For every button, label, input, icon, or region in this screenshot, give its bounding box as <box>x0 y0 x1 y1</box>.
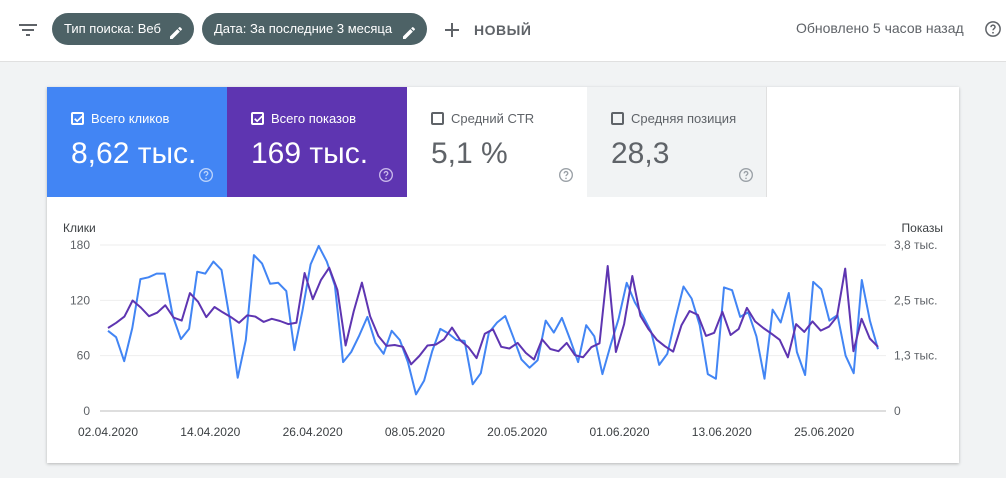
metric-clicks-label: Всего кликов <box>91 111 170 126</box>
checkbox-unchecked-icon[interactable] <box>431 112 444 125</box>
help-icon[interactable] <box>738 167 754 183</box>
metric-average-position[interactable]: Средняя позиция 28,3 <box>587 87 767 197</box>
date-range-chip-label: Дата: За последние 3 месяца <box>214 21 393 36</box>
search-type-chip-label: Тип поиска: Веб <box>64 21 161 36</box>
metric-position-label: Средняя позиция <box>631 111 737 126</box>
edit-pencil-icon[interactable] <box>168 21 184 39</box>
help-icon[interactable] <box>378 167 394 183</box>
checkbox-checked-icon[interactable] <box>251 112 264 125</box>
search-type-chip[interactable]: Тип поиска: Веб <box>52 13 194 45</box>
help-icon[interactable] <box>198 167 214 183</box>
edit-pencil-icon[interactable] <box>401 21 417 39</box>
metric-impressions-value: 169 тыс. <box>251 137 369 170</box>
metric-average-ctr[interactable]: Средний CTR 5,1 % <box>407 87 587 197</box>
top-bar: Тип поиска: Веб Дата: За последние 3 мес… <box>0 0 1006 62</box>
checkbox-unchecked-icon[interactable] <box>611 112 624 125</box>
metric-impressions-label: Всего показов <box>271 111 356 126</box>
metric-position-value: 28,3 <box>611 137 670 170</box>
metric-total-impressions[interactable]: Всего показов 169 тыс. <box>227 87 407 197</box>
filter-list-icon[interactable] <box>16 18 40 42</box>
metric-clicks-value: 8,62 тыс. <box>71 137 197 170</box>
metric-ctr-label: Средний CTR <box>451 111 535 126</box>
help-icon[interactable] <box>984 20 1002 38</box>
last-updated-text: Обновлено 5 часов назад <box>796 20 964 36</box>
date-range-chip[interactable]: Дата: За последние 3 месяца <box>202 13 427 45</box>
metric-total-clicks[interactable]: Всего кликов 8,62 тыс. <box>47 87 227 197</box>
performance-card: Всего кликов 8,62 тыс. Всего показов 169… <box>47 87 959 463</box>
new-filter-button[interactable]: НОВЫЙ <box>440 14 531 46</box>
plus-icon <box>440 18 464 42</box>
metric-ctr-value: 5,1 % <box>431 137 508 170</box>
help-icon[interactable] <box>558 167 574 183</box>
checkbox-checked-icon[interactable] <box>71 112 84 125</box>
new-filter-label: НОВЫЙ <box>474 22 532 38</box>
